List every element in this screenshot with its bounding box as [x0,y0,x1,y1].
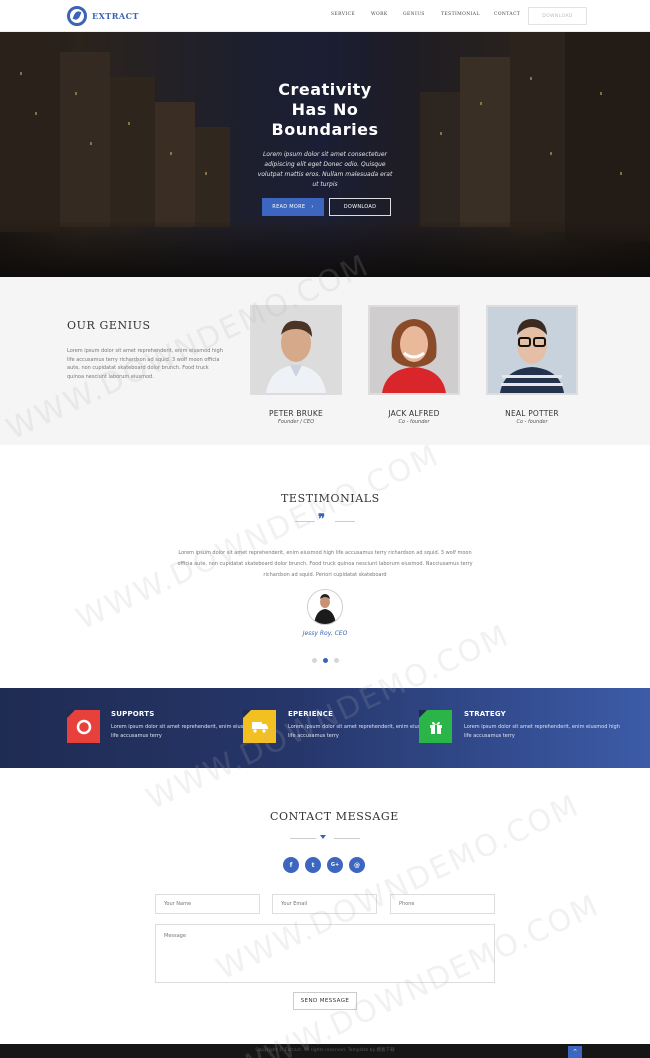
hero-download-button[interactable]: DOWNLOAD [329,198,391,216]
team-member-card: NEAL POTTER Co - founder [486,305,578,425]
member-role: Founder / CEO [277,419,315,425]
member-portrait [368,305,460,395]
member-role: Co - founder [516,419,548,425]
window-light [620,172,622,175]
left-building [110,77,155,227]
member-name: JACK ALFRED [388,409,440,418]
hero-banner: Creativity Has No Boundaries Lorem ipsum… [0,32,650,277]
slider-dot[interactable] [334,658,339,663]
slider-dot[interactable] [312,658,317,663]
leaf-logo-icon [67,6,87,26]
person-avatar-icon [308,590,342,624]
nav-item-contact[interactable]: CONTACT [494,12,520,17]
team-member-card: JACK ALFRED Co - founder [368,305,460,425]
back-to-top-icon[interactable]: ⌃ [568,1046,582,1058]
our-genius-section: OUR GENIUS Lorem ipsum dolor sit amet re… [0,277,650,445]
feature-title: SUPPORTS [111,710,155,718]
window-light [530,77,532,80]
genius-description: Lorem ipsum dolor sit amet reprehenderit… [67,348,223,380]
footer-copyright: Copyright © Extract. All rights reserved… [255,1048,395,1053]
watermark: WWW.DOWNDEMO.COM [71,437,446,638]
name-field[interactable] [155,894,260,914]
top-navigation: EXTRACT SERVICE WORK GENIUS TESTIMONIAL … [0,0,650,32]
contact-heading: CONTACT MESSAGE [270,810,399,823]
hero-title-line-3: Boundaries [271,120,379,139]
divider-right [335,521,355,522]
email-field[interactable] [272,894,377,914]
hero-title-line-2: Has No [291,100,359,119]
canal-water [0,222,650,277]
left-building [0,32,60,232]
caret-down-icon [320,835,326,839]
nav-item-work[interactable]: WORK [371,12,388,17]
twitter-icon[interactable]: t [305,857,321,873]
read-more-label: READ MORE [272,204,306,210]
member-portrait [486,305,578,395]
phone-field[interactable] [390,894,495,914]
testimonial-avatar [307,589,343,625]
right-building [565,32,650,242]
testimonial-author: Jessy Roy, CEO [302,630,348,637]
member-role: Co - founder [398,419,430,425]
feature-title: STRATEGY [464,710,506,718]
divider-left [290,838,316,839]
read-more-button[interactable]: READ MORE › [262,198,324,216]
email-icon[interactable]: @ [349,857,365,873]
hero-title-line-1: Creativity [278,80,372,99]
chevron-right-icon: › [311,204,314,210]
member-name: PETER BRUKE [269,409,323,418]
person-avatar-icon [488,307,576,393]
divider-right [334,838,360,839]
brand-name: EXTRACT [92,11,139,21]
divider-left [295,521,315,522]
left-building [155,102,195,227]
genius-heading: OUR GENIUS [67,319,151,332]
window-light [128,122,130,125]
member-name: NEAL POTTER [505,409,559,418]
window-light [205,172,207,175]
window-light [480,102,482,105]
right-building [460,57,510,227]
nav-item-genius[interactable]: GENIUS [403,12,425,17]
google-plus-icon[interactable]: G+ [327,857,343,873]
left-building [60,52,110,227]
gift-icon [419,710,452,743]
team-member-card: PETER BRUKE Founder / CEO [250,305,342,425]
hero-description: Lorem ipsum dolor sit amet consectetuer … [257,151,393,188]
window-light [440,132,442,135]
window-light [170,152,172,155]
window-light [35,112,37,115]
testimonials-heading: TESTIMONIALS [281,492,380,505]
right-building [510,32,565,232]
window-light [75,92,77,95]
facebook-icon[interactable]: f [283,857,299,873]
footer: Copyright © Extract. All rights reserved… [0,1044,650,1058]
quote-icon: ❞ [318,512,325,527]
window-light [550,152,552,155]
truck-icon [243,710,276,743]
nav-download-button[interactable]: DOWNLOAD [528,7,587,25]
left-building [195,127,230,227]
right-building [420,92,460,227]
person-avatar-icon [252,307,340,393]
person-avatar-icon [370,307,458,393]
testimonial-text: Lorem ipsum dolor sit amet reprehenderit… [177,550,473,578]
window-light [600,92,602,95]
nav-item-testimonial[interactable]: TESTIMONIAL [441,12,480,17]
nav-item-service[interactable]: SERVICE [331,12,355,17]
features-band: SUPPORTS Lorem ipsum dolor sit amet repr… [0,688,650,768]
slider-dot-active[interactable] [323,658,328,663]
feature-title: EPERIENCE [288,710,334,718]
window-light [90,142,92,145]
lifebuoy-icon [67,710,100,743]
window-light [20,72,22,75]
message-field[interactable] [155,924,495,983]
send-message-button[interactable]: SEND MESSAGE [293,992,357,1010]
feature-text: Lorem ipsum dolor sit amet reprehenderit… [464,724,620,739]
logo[interactable]: EXTRACT [67,6,139,26]
member-portrait [250,305,342,395]
